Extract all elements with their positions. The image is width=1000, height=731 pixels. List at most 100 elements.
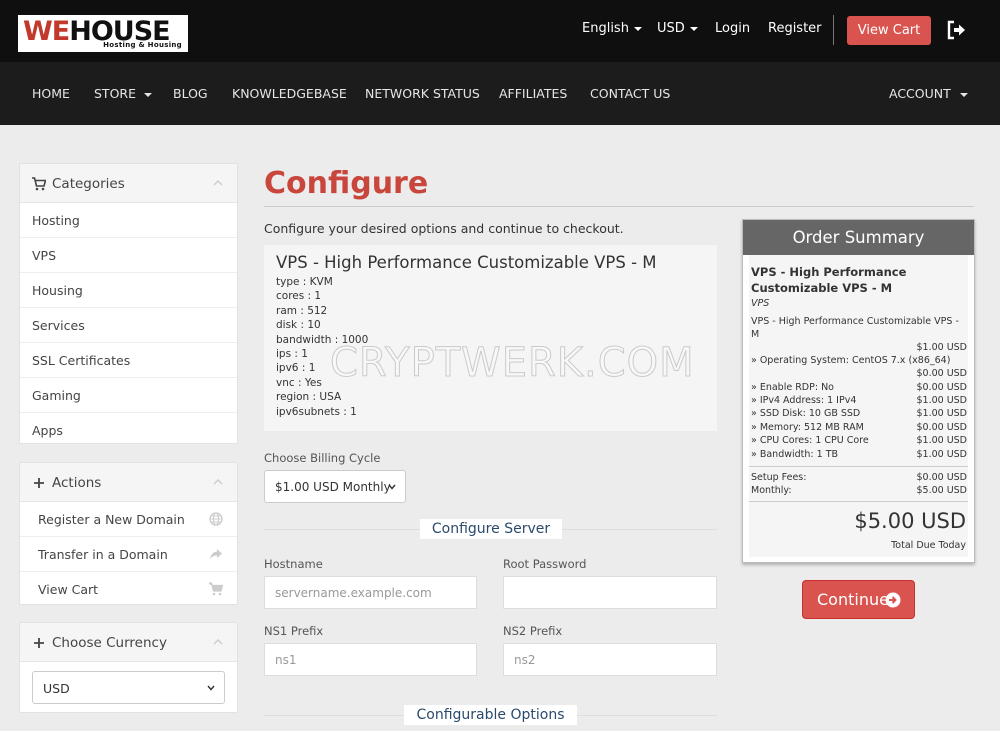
order-summary-title: Order Summary (743, 220, 974, 255)
plus-icon (34, 478, 44, 488)
logout-icon[interactable] (946, 20, 966, 40)
chevron-up-icon[interactable] (213, 639, 223, 645)
currency-header[interactable]: Choose Currency (20, 623, 237, 662)
spec-line: region : USA (276, 391, 342, 404)
hostname-input[interactable]: servername.example.com (264, 576, 477, 609)
intro-text: Configure your desired options and conti… (264, 221, 624, 236)
action-view-cart[interactable]: View Cart (20, 572, 237, 607)
shopping-cart-icon (209, 582, 223, 596)
divider (833, 15, 834, 45)
summary-product-group: VPS (751, 298, 770, 309)
view-cart-button[interactable]: View Cart (847, 16, 931, 45)
hostname-placeholder: servername.example.com (275, 586, 432, 600)
root-password-label: Root Password (503, 557, 587, 571)
chevron-down-icon (959, 92, 968, 97)
summary-line: » Bandwidth: 1 TB $1.00 USD (751, 449, 967, 460)
root-password-input[interactable] (503, 576, 717, 609)
summary-line: » Operating System: CentOS 7.x (x86_64) (751, 355, 951, 366)
categories-panel: Categories Hosting VPS Housing Services … (19, 163, 238, 444)
product-name: VPS - High Performance Customizable VPS … (276, 253, 657, 272)
summary-setup-fees: Setup Fees: $0.00 USD (751, 472, 967, 483)
summary-line: » Memory: 512 MB RAM $0.00 USD (751, 422, 967, 433)
continue-label: Continue (817, 590, 889, 609)
main-nav: HOME STORE BLOG KNOWLEDGEBASE NETWORK ST… (0, 62, 1000, 125)
chevron-down-icon (633, 26, 642, 31)
language-dropdown[interactable]: English (582, 21, 642, 37)
divider (264, 206, 974, 207)
summary-product-desc: VPS - High Performance Customizable VPS … (751, 316, 959, 340)
summary-line: » IPv4 Address: 1 IPv4 $1.00 USD (751, 395, 967, 406)
billing-cycle-value: $1.00 USD Monthly (275, 480, 391, 494)
currency-select[interactable]: USD (32, 671, 225, 704)
summary-base-price-row: $1.00 USD (751, 341, 967, 354)
category-gaming[interactable]: Gaming (20, 378, 237, 413)
ns1-prefix-label: NS1 Prefix (264, 624, 324, 638)
category-services[interactable]: Services (20, 308, 237, 343)
order-summary: Order Summary VPS - High Performance Cus… (742, 219, 975, 563)
category-vps[interactable]: VPS (20, 238, 237, 273)
hostname-label: Hostname (264, 557, 323, 571)
category-ssl-certificates[interactable]: SSL Certificates (20, 343, 237, 378)
actions-panel: Actions Register a New Domain Transfer i… (19, 462, 238, 605)
categories-title: Categories (52, 176, 125, 192)
spec-line: disk : 10 (276, 319, 321, 332)
action-transfer-domain[interactable]: Transfer in a Domain (20, 537, 237, 572)
billing-cycle-label: Choose Billing Cycle (264, 451, 381, 465)
nav-knowledgebase[interactable]: KNOWLEDGEBASE (232, 86, 347, 102)
nav-affiliates[interactable]: AFFILIATES (499, 86, 567, 102)
spec-line: cores : 1 (276, 290, 322, 303)
ns1-placeholder: ns1 (275, 653, 297, 667)
category-hosting[interactable]: Hosting (20, 203, 237, 238)
category-apps[interactable]: Apps (20, 413, 237, 448)
currency-label: USD (657, 21, 685, 36)
configurable-options-heading: Configurable Options (404, 705, 577, 725)
chevron-down-icon (144, 92, 152, 97)
currency-title: Choose Currency (52, 635, 167, 651)
login-link[interactable]: Login (715, 21, 750, 37)
spec-line: type : KVM (276, 276, 333, 288)
plus-icon (34, 638, 44, 648)
chevron-up-icon[interactable] (213, 180, 223, 186)
ns1-prefix-input[interactable]: ns1 (264, 643, 477, 676)
category-housing[interactable]: Housing (20, 273, 237, 308)
action-register-domain[interactable]: Register a New Domain (20, 502, 237, 537)
categories-header[interactable]: Categories (20, 164, 237, 203)
nav-contact-us[interactable]: CONTACT US (590, 86, 670, 102)
register-link[interactable]: Register (768, 21, 822, 37)
order-summary-body: VPS - High Performance Customizable VPS … (749, 255, 968, 557)
summary-line: » Enable RDP: No $0.00 USD (751, 382, 967, 393)
divider (749, 501, 968, 502)
currency-panel: Choose Currency USD (19, 622, 238, 713)
top-bar: WEHOUSE Hosting & Housing English USD Lo… (0, 0, 1000, 62)
globe-icon (209, 512, 223, 526)
product-info: VPS - High Performance Customizable VPS … (264, 245, 717, 431)
currency-dropdown[interactable]: USD (657, 21, 698, 37)
nav-blog[interactable]: BLOG (173, 86, 208, 102)
shopping-cart-icon (32, 177, 46, 191)
site-logo[interactable]: WEHOUSE Hosting & Housing (18, 15, 188, 52)
logo-tagline: Hosting & Housing (103, 41, 182, 49)
nav-store[interactable]: STORE (94, 86, 152, 102)
billing-cycle-select[interactable]: $1.00 USD Monthly (264, 470, 406, 503)
currency-select-value: USD (43, 681, 70, 696)
arrow-circle-right-icon (885, 592, 901, 608)
chevron-down-icon (689, 26, 698, 31)
summary-total-label: Total Due Today (891, 540, 966, 551)
divider (749, 466, 968, 467)
language-label: English (582, 21, 629, 36)
configure-server-heading: Configure Server (420, 519, 562, 539)
chevron-up-icon[interactable] (213, 479, 223, 485)
ns2-prefix-input[interactable]: ns2 (503, 643, 717, 676)
summary-base-price: $1.00 USD (916, 342, 967, 353)
ns2-placeholder: ns2 (514, 653, 536, 667)
ns2-prefix-label: NS2 Prefix (503, 624, 563, 638)
summary-monthly: Monthly: $5.00 USD (751, 485, 967, 496)
chevron-down-icon (207, 685, 215, 691)
actions-header[interactable]: Actions (20, 463, 237, 502)
nav-home[interactable]: HOME (32, 86, 70, 102)
continue-button[interactable]: Continue (802, 580, 915, 619)
share-arrow-icon (210, 549, 222, 559)
nav-network-status[interactable]: NETWORK STATUS (365, 86, 480, 102)
nav-account[interactable]: ACCOUNT (889, 86, 968, 102)
chevron-down-icon (388, 484, 396, 490)
